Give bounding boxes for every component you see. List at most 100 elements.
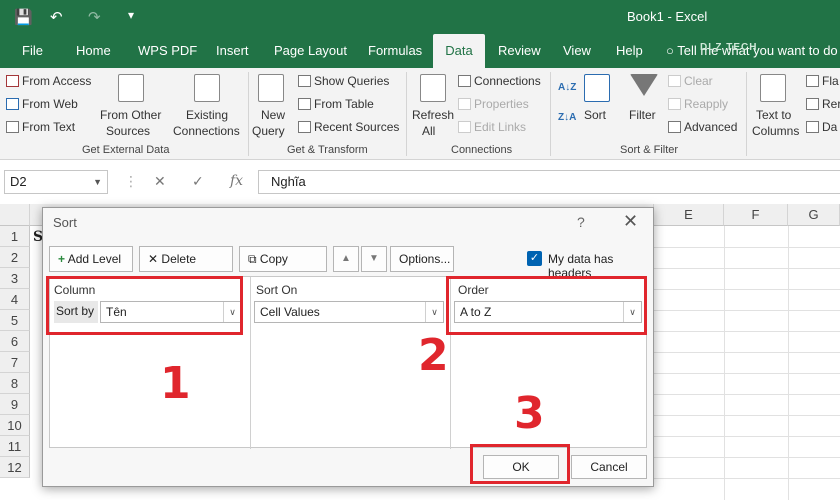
connections-button[interactable]: Connections: [458, 74, 541, 88]
row-header[interactable]: 10: [0, 415, 30, 436]
from-other-sources-button[interactable]: From Other: [100, 108, 161, 122]
grid-line: [654, 373, 840, 374]
sort-on-select-value: Cell Values: [260, 305, 320, 319]
arrow-up-icon: ▲: [341, 253, 351, 264]
copy-level-button[interactable]: ⧉ Copy Level: [239, 246, 327, 290]
tab-review[interactable]: Review: [488, 34, 551, 68]
remove-duplicates-button[interactable]: Rer: [806, 97, 840, 111]
recent-sources-button[interactable]: Recent Sources: [298, 120, 399, 134]
row-header[interactable]: 5: [0, 310, 30, 331]
remove-duplicates-icon: [806, 98, 819, 110]
text-to-columns-icon: [760, 74, 786, 102]
options-button[interactable]: Options...: [390, 246, 454, 272]
close-icon[interactable]: ✕: [623, 211, 638, 232]
formula-input[interactable]: Nghĩa: [258, 170, 840, 194]
help-icon[interactable]: ?: [577, 214, 585, 230]
insert-function-icon[interactable]: fx: [230, 173, 243, 189]
refresh-all-button[interactable]: Refresh: [412, 108, 454, 122]
advanced-label: Advanced: [684, 120, 738, 134]
redo-icon[interactable]: ↷: [88, 8, 101, 26]
edit-links-button[interactable]: Edit Links: [458, 120, 526, 134]
cancel-icon[interactable]: ✕: [154, 173, 166, 190]
edit-links-icon: [458, 121, 471, 133]
from-access-button[interactable]: From Access: [6, 74, 91, 88]
annotation-number-3: 3: [514, 388, 545, 439]
row-header[interactable]: 12: [0, 457, 30, 478]
sort-za-icon[interactable]: Z↓A: [558, 112, 576, 123]
web-icon: [6, 98, 19, 110]
row-header[interactable]: 8: [0, 373, 30, 394]
grid-line: [654, 247, 840, 248]
flash-fill-button[interactable]: Fla: [806, 74, 839, 88]
ribbon-data: From Access From Web From Text From Othe…: [0, 68, 840, 160]
sort-on-select[interactable]: Cell Values ∨: [254, 301, 444, 323]
from-text-button[interactable]: From Text: [6, 120, 75, 134]
row-header[interactable]: 2: [0, 247, 30, 268]
data-validation-label: Da: [822, 120, 838, 134]
text-file-icon: [6, 121, 19, 133]
cancel-button[interactable]: Cancel: [571, 455, 647, 479]
from-table-button[interactable]: From Table: [298, 97, 374, 111]
tab-data[interactable]: Data: [433, 34, 485, 68]
row-header[interactable]: 1: [0, 226, 30, 247]
column-header-f[interactable]: F: [724, 204, 788, 226]
ribbon-tabs: File Home WPS PDF Insert Page Layout For…: [0, 34, 840, 68]
grid-line: [654, 268, 840, 269]
from-web-button[interactable]: From Web: [6, 97, 78, 111]
undo-icon[interactable]: ↶: [50, 8, 63, 26]
headers-checkbox[interactable]: ✓: [527, 251, 542, 266]
advanced-button[interactable]: Advanced: [668, 120, 737, 134]
row-header[interactable]: 7: [0, 352, 30, 373]
queries-icon: [298, 75, 311, 87]
sort-button[interactable]: Sort: [584, 108, 606, 122]
properties-button[interactable]: Properties: [458, 97, 529, 111]
enter-icon[interactable]: ✓: [192, 173, 204, 190]
row-header[interactable]: 11: [0, 436, 30, 457]
chevron-down-icon[interactable]: ▼: [93, 171, 102, 193]
save-icon[interactable]: 💾: [14, 8, 33, 26]
row-header[interactable]: 3: [0, 268, 30, 289]
move-up-button[interactable]: ▲: [333, 246, 359, 272]
row-header[interactable]: 6: [0, 331, 30, 352]
properties-label: Properties: [474, 97, 529, 111]
select-all-corner[interactable]: [0, 204, 30, 226]
flash-fill-icon: [806, 75, 819, 87]
group-label-connections: Connections: [451, 144, 513, 156]
filter-button[interactable]: Filter: [629, 108, 656, 122]
delete-level-button[interactable]: ✕ Delete Level: [139, 246, 233, 290]
row-header[interactable]: 9: [0, 394, 30, 415]
column-header-e[interactable]: E: [654, 204, 724, 226]
chevron-down-icon[interactable]: ∨: [425, 302, 443, 322]
tab-help[interactable]: Help: [606, 34, 653, 68]
sort-az-icon[interactable]: A↓Z: [558, 82, 576, 93]
show-queries-button[interactable]: Show Queries: [298, 74, 389, 88]
copy-level-icon: ⧉: [248, 252, 257, 266]
group-label-get-external-data: Get External Data: [82, 144, 170, 156]
grid-line: [654, 289, 840, 290]
row-header[interactable]: 4: [0, 289, 30, 310]
data-validation-button[interactable]: Da: [806, 120, 837, 134]
text-to-columns-button[interactable]: Text to: [756, 108, 791, 122]
flash-fill-label: Fla: [822, 74, 839, 88]
group-separator: [550, 72, 551, 156]
reapply-button[interactable]: Reapply: [668, 97, 728, 111]
tab-home[interactable]: Home: [66, 34, 121, 68]
tab-view[interactable]: View: [553, 34, 601, 68]
arrow-down-icon: ▼: [369, 253, 379, 264]
clear-label: Clear: [684, 74, 713, 88]
add-level-button[interactable]: + Add Level: [49, 246, 133, 272]
clear-button[interactable]: Clear: [668, 74, 713, 88]
connections-icon: [458, 75, 471, 87]
customize-toolbar-icon[interactable]: ▾: [128, 8, 134, 22]
tab-page-layout[interactable]: Page Layout: [264, 34, 357, 68]
tab-formulas[interactable]: Formulas: [358, 34, 432, 68]
new-query-button[interactable]: New: [261, 108, 285, 122]
tab-insert[interactable]: Insert: [206, 34, 259, 68]
move-down-button[interactable]: ▼: [361, 246, 387, 272]
existing-connections-button[interactable]: Existing: [186, 108, 228, 122]
name-box[interactable]: D2 ▼: [4, 170, 108, 194]
tab-file[interactable]: File: [12, 34, 53, 68]
tab-wps-pdf[interactable]: WPS PDF: [128, 34, 207, 68]
column-header-g[interactable]: G: [788, 204, 840, 226]
annotation-box-order: [446, 276, 647, 335]
